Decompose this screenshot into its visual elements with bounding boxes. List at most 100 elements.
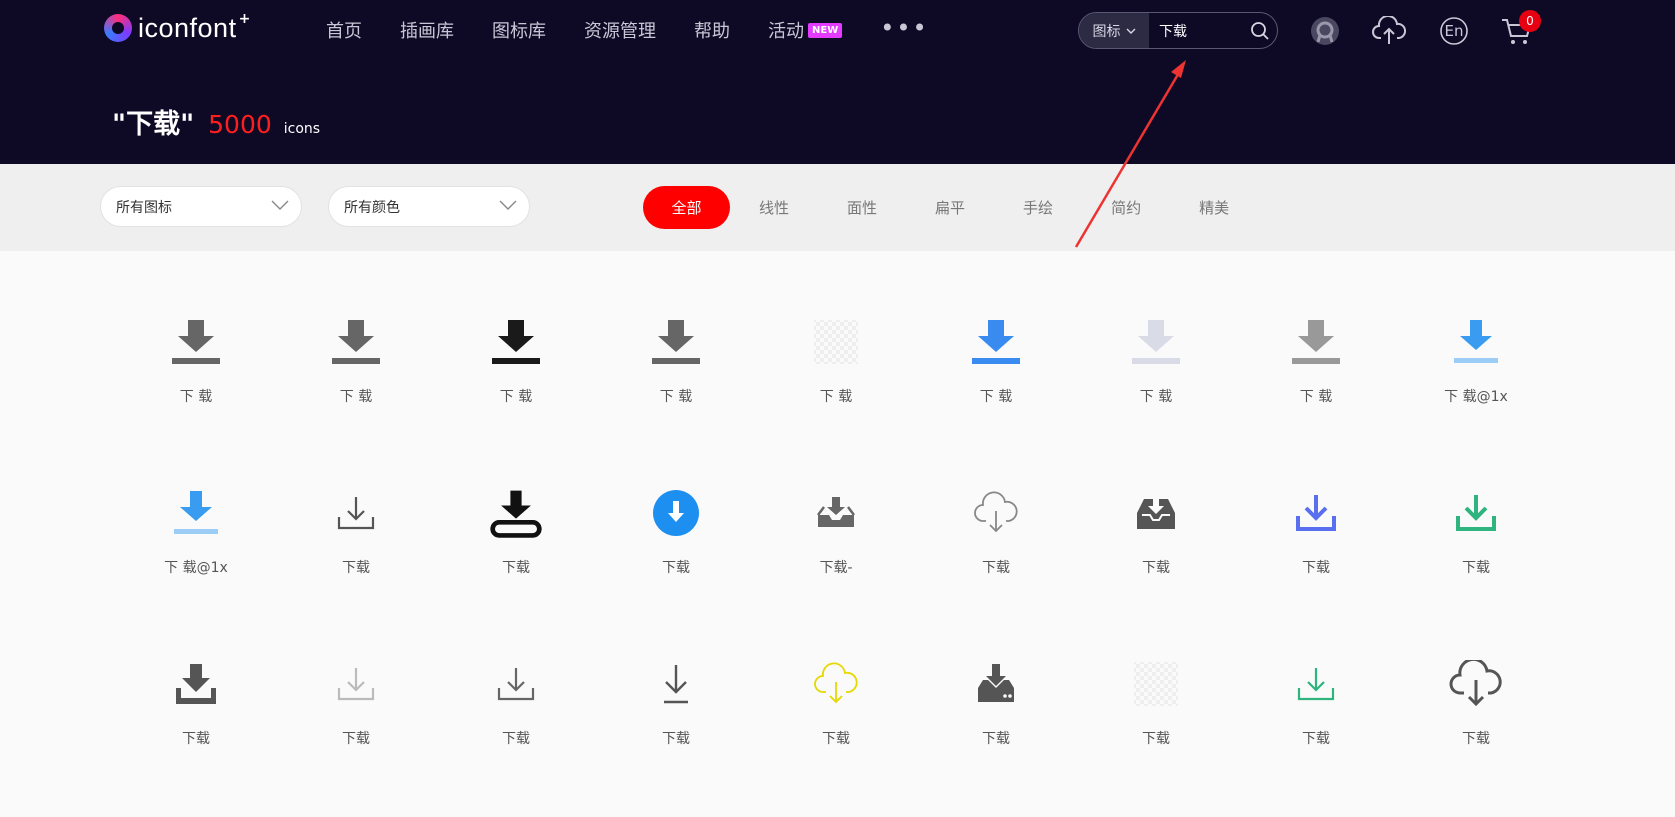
icon-card-label: 下载	[1462, 560, 1490, 576]
logo-plus: +	[238, 11, 251, 27]
download-icon	[1448, 314, 1504, 370]
download-icon	[808, 485, 864, 541]
icon-card[interactable]: 下 载	[1076, 290, 1236, 461]
icon-card-label: 下载	[662, 731, 690, 747]
logo-mark-icon	[104, 14, 132, 42]
download-icon	[1448, 485, 1504, 541]
icon-card[interactable]: 下 载	[1236, 290, 1396, 461]
language-label: En	[1444, 22, 1464, 40]
icon-card-label: 下载-	[819, 560, 853, 576]
tab-flat[interactable]: 扁平	[935, 197, 965, 218]
main-nav: 首页 插画库 图标库 资源管理 帮助 活动 NEW •••	[326, 14, 929, 44]
download-icon	[1288, 656, 1344, 712]
top-header: iconfont + 首页 插画库 图标库 资源管理 帮助 活动 NEW ••• …	[0, 0, 1675, 164]
download-icon	[488, 656, 544, 712]
icon-card[interactable]: 下 载	[436, 290, 596, 461]
download-icon	[168, 485, 224, 541]
icon-grid: 下 载下 载下 载下 载下 载下 载下 载下 载下 载@1x 下 载@1x 下载 下载…	[116, 290, 1556, 803]
download-icon	[808, 656, 864, 712]
chevron-down-icon	[499, 200, 517, 210]
icon-card-label: 下载	[1462, 731, 1490, 747]
tab-filled[interactable]: 面性	[847, 197, 877, 218]
icon-card-label: 下载	[1302, 731, 1330, 747]
icon-card[interactable]: 下 载@1x	[1396, 290, 1556, 461]
icon-card[interactable]: 下载	[436, 632, 596, 803]
icon-card-label: 下 载@1x	[1444, 389, 1508, 405]
tab-all[interactable]: 全部	[643, 186, 730, 229]
search-button[interactable]	[1245, 21, 1275, 41]
results-unit: icons	[283, 121, 321, 137]
icon-card-label: 下载	[1302, 560, 1330, 576]
new-badge: NEW	[808, 22, 843, 38]
download-icon	[1288, 314, 1344, 370]
icon-card[interactable]: 下 载@1x	[116, 461, 276, 632]
icon-card-label: 下载	[822, 731, 850, 747]
download-icon	[968, 485, 1024, 541]
icon-card-label: 下 载	[499, 389, 533, 405]
icon-card-label: 下 载	[659, 389, 693, 405]
nav-events-label: 活动	[768, 21, 804, 42]
icon-card-label: 下 载	[179, 389, 213, 405]
icon-type-dropdown[interactable]: 所有图标	[100, 186, 302, 227]
icon-card[interactable]: 下载	[1076, 461, 1236, 632]
icon-card[interactable]: 下 载	[276, 290, 436, 461]
icon-card-label: 下载	[662, 560, 690, 576]
nav-illustrations[interactable]: 插画库	[400, 17, 454, 43]
iconfont-logo[interactable]: iconfont +	[104, 11, 251, 44]
chevron-down-icon	[1126, 28, 1135, 34]
icon-card-label: 下 载	[819, 389, 853, 405]
nav-home[interactable]: 首页	[326, 17, 362, 43]
icon-color-label: 所有颜色	[344, 199, 400, 216]
nav-events[interactable]: 活动 NEW	[768, 17, 843, 43]
search-type-label: 图标	[1092, 23, 1121, 40]
icon-card[interactable]: 下 载	[596, 290, 756, 461]
user-avatar-icon[interactable]	[1308, 14, 1342, 48]
icon-card[interactable]: 下载	[116, 632, 276, 803]
download-icon	[1448, 656, 1504, 712]
download-icon	[1128, 314, 1184, 370]
tab-linear[interactable]: 线性	[759, 197, 789, 218]
search-icon	[1251, 21, 1269, 40]
style-tabs: 全部 线性 面性 扁平 手绘 简约 精美	[643, 186, 1287, 229]
icon-card-label: 下 载	[339, 389, 373, 405]
icon-card[interactable]: 下载	[756, 632, 916, 803]
results-summary: "下载" 5000 icons	[112, 102, 320, 141]
download-icon	[808, 314, 864, 370]
search-type-dropdown[interactable]: 图标	[1079, 13, 1149, 48]
icon-card[interactable]: 下载	[1236, 632, 1396, 803]
icon-card[interactable]: 下载	[1236, 461, 1396, 632]
icon-color-dropdown[interactable]: 所有颜色	[328, 186, 530, 227]
icon-card[interactable]: 下载	[1076, 632, 1236, 803]
upload-cloud-icon[interactable]	[1372, 14, 1406, 48]
icon-card[interactable]: 下 载	[116, 290, 276, 461]
icon-card[interactable]: 下载	[1396, 632, 1556, 803]
icon-card[interactable]: 下载-	[756, 461, 916, 632]
icon-card-label: 下 载@1x	[164, 560, 228, 576]
tab-simple[interactable]: 简约	[1111, 197, 1141, 218]
download-icon	[488, 314, 544, 370]
tab-hand-drawn[interactable]: 手绘	[1023, 197, 1053, 218]
nav-icon-library[interactable]: 图标库	[492, 17, 546, 43]
download-icon	[328, 485, 384, 541]
language-en-icon[interactable]: En	[1437, 14, 1471, 48]
download-icon	[968, 656, 1024, 712]
icon-card[interactable]: 下载	[1396, 461, 1556, 632]
download-icon	[648, 314, 704, 370]
icon-card[interactable]: 下载	[276, 632, 436, 803]
icon-card[interactable]: 下 载	[756, 290, 916, 461]
download-icon	[328, 314, 384, 370]
icon-card[interactable]: 下载	[916, 461, 1076, 632]
icon-card[interactable]: 下载	[596, 632, 756, 803]
icon-card[interactable]: 下 载	[916, 290, 1076, 461]
nav-more-button[interactable]: •••	[880, 14, 928, 42]
icon-card[interactable]: 下载	[436, 461, 596, 632]
download-icon	[648, 485, 704, 541]
icon-card[interactable]: 下载	[276, 461, 436, 632]
tab-exquisite[interactable]: 精美	[1199, 197, 1229, 218]
nav-resource-management[interactable]: 资源管理	[584, 17, 656, 43]
icon-card[interactable]: 下载	[916, 632, 1076, 803]
nav-help[interactable]: 帮助	[694, 17, 730, 43]
search-input[interactable]	[1149, 13, 1245, 48]
icon-card-label: 下载	[182, 731, 210, 747]
icon-card[interactable]: 下载	[596, 461, 756, 632]
